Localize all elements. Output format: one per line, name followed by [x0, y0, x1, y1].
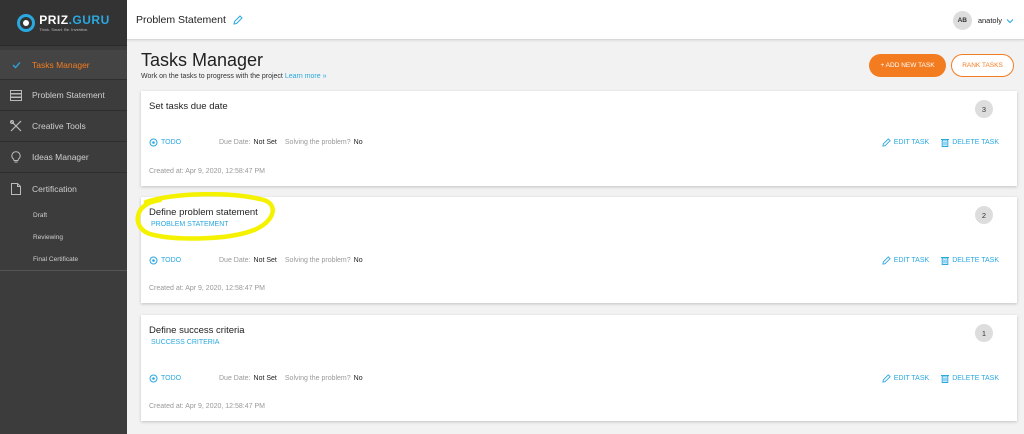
user-name: anatoly: [977, 16, 1002, 25]
task-card: Define success criteria SUCCESS CRITERIA…: [141, 315, 1017, 421]
task-created-at: Created at: Apr 9, 2020, 12:58:47 PM: [149, 285, 265, 292]
check-icon: [8, 58, 24, 72]
sidebar-item-label: Problem Statement: [32, 90, 105, 100]
delete-task-label: DELETE TASK: [952, 257, 999, 264]
task-status-label: TODO: [161, 139, 182, 146]
solving-value: No: [353, 375, 363, 382]
edit-task-label: EDIT TASK: [893, 139, 930, 146]
edit-task-button[interactable]: EDIT TASK: [882, 374, 929, 383]
learn-more-link[interactable]: Learn more »: [285, 73, 327, 80]
page-subtitle: Work on the tasks to progress with the p…: [141, 73, 326, 80]
task-actions: EDIT TASK DELETE TASK: [882, 256, 999, 265]
avatar: AB: [952, 11, 972, 30]
task-link[interactable]: SUCCESS CRITERIA: [151, 339, 219, 346]
solving-value: No: [353, 139, 363, 146]
sidebar-item-label: Ideas Manager: [32, 152, 89, 162]
user-menu[interactable]: AB anatoly: [952, 11, 1014, 30]
due-date-label: Due Date:: [219, 139, 251, 146]
tools-icon: [8, 119, 24, 133]
task-status-label: TODO: [161, 257, 182, 264]
delete-task-button[interactable]: DELETE TASK: [941, 138, 999, 147]
gear-icon: [149, 138, 158, 147]
sidebar-divider: [0, 270, 127, 271]
due-date-value: Not Set: [253, 375, 277, 382]
pencil-icon: [882, 256, 891, 265]
highlight-annotation: [135, 192, 275, 241]
task-status[interactable]: TODO: [149, 374, 219, 383]
document-icon: [8, 182, 24, 196]
delete-task-button[interactable]: DELETE TASK: [941, 256, 999, 265]
sidebar-item-ideas-manager[interactable]: Ideas Manager: [0, 142, 127, 173]
logo[interactable]: PRIZ.GURU Think. Smart. Be. Inventive.: [0, 0, 127, 46]
task-meta: TODO Due Date: Not Set Solving the probl…: [149, 138, 371, 147]
add-new-task-button[interactable]: + ADD NEW TASK: [869, 54, 946, 77]
task-rank-badge: 3: [975, 100, 993, 118]
task-status-label: TODO: [161, 375, 182, 382]
logo-icon: [17, 13, 36, 32]
trash-icon: [941, 257, 950, 265]
delete-task-label: DELETE TASK: [952, 139, 999, 146]
task-rank-badge: 2: [975, 206, 993, 224]
pencil-icon: [882, 138, 891, 147]
task-created-at: Created at: Apr 9, 2020, 12:58:47 PM: [149, 168, 265, 175]
task-created-at: Created at: Apr 9, 2020, 12:58:47 PM: [149, 403, 265, 410]
edit-task-label: EDIT TASK: [893, 257, 930, 264]
due-date-value: Not Set: [253, 257, 277, 264]
page-title: Tasks Manager: [141, 50, 264, 70]
task-actions: EDIT TASK DELETE TASK: [882, 374, 999, 383]
task-card: Set tasks due date 3 TODO Due Date: Not …: [141, 91, 1017, 186]
sidebar-item-certification[interactable]: Certification: [0, 173, 127, 204]
task-rank-badge: 1: [975, 324, 993, 342]
task-actions: EDIT TASK DELETE TASK: [882, 138, 999, 147]
task-title[interactable]: Define success criteria: [149, 325, 245, 336]
logo-name-suffix: .GURU: [68, 12, 110, 27]
trash-icon: [941, 375, 950, 383]
due-date-label: Due Date:: [219, 257, 251, 264]
edit-task-button[interactable]: EDIT TASK: [882, 256, 929, 265]
sidebar-subitem-reviewing[interactable]: Reviewing: [0, 226, 127, 248]
logo-tagline: Think. Smart. Be. Inventive.: [39, 26, 89, 32]
solving-label: Solving the problem?: [284, 257, 351, 264]
sidebar-item-label: Tasks Manager: [32, 59, 90, 70]
sidebar-item-label: Certification: [32, 183, 77, 194]
top-header: Problem Statement AB anatoly: [127, 0, 1024, 40]
task-meta: TODO Due Date: Not Set Solving the probl…: [149, 256, 371, 265]
sidebar: PRIZ.GURU Think. Smart. Be. Inventive. T…: [0, 0, 127, 434]
rank-tasks-button[interactable]: RANK TASKS: [951, 54, 1014, 77]
gear-icon: [149, 256, 158, 265]
solving-value: No: [353, 257, 363, 264]
list-icon: [8, 88, 24, 102]
chevron-down-icon: [1006, 18, 1014, 24]
sidebar-item-label: Creative Tools: [32, 121, 86, 131]
edit-task-button[interactable]: EDIT TASK: [882, 138, 929, 147]
solving-label: Solving the problem?: [284, 139, 351, 146]
pencil-icon: [882, 374, 891, 383]
page-subtitle-text: Work on the tasks to progress with the p…: [141, 73, 283, 80]
sidebar-subitem-draft[interactable]: Draft: [0, 204, 127, 226]
task-status[interactable]: TODO: [149, 138, 219, 147]
logo-name: PRIZ: [39, 12, 69, 27]
task-title[interactable]: Set tasks due date: [149, 101, 228, 112]
gear-icon: [149, 374, 158, 383]
sidebar-item-tasks-manager[interactable]: Tasks Manager: [0, 50, 127, 80]
project-title: Problem Statement: [136, 13, 226, 26]
solving-label: Solving the problem?: [284, 375, 351, 382]
sidebar-item-problem-statement[interactable]: Problem Statement: [0, 80, 127, 111]
due-date-label: Due Date:: [219, 375, 251, 382]
trash-icon: [941, 139, 950, 147]
task-meta: TODO Due Date: Not Set Solving the probl…: [149, 374, 371, 383]
due-date-value: Not Set: [253, 139, 277, 146]
lightbulb-icon: [8, 150, 24, 164]
delete-task-label: DELETE TASK: [952, 375, 999, 382]
edit-task-label: EDIT TASK: [893, 375, 930, 382]
delete-task-button[interactable]: DELETE TASK: [941, 374, 999, 383]
task-status[interactable]: TODO: [149, 256, 219, 265]
sidebar-item-creative-tools[interactable]: Creative Tools: [0, 111, 127, 142]
edit-pencil-icon[interactable]: [233, 14, 243, 25]
sidebar-subitem-final-certificate[interactable]: Final Certificate: [0, 248, 127, 270]
